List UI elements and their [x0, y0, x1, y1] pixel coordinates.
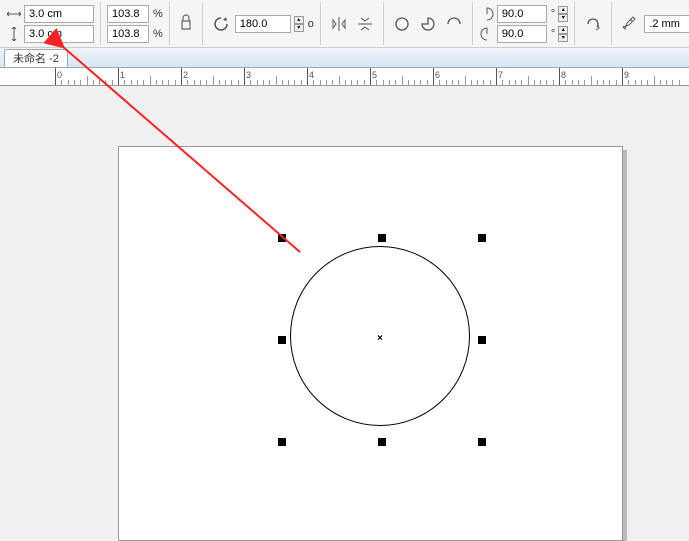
scale-group: 103.8 % 103.8 % [101, 2, 170, 45]
horizontal-ruler[interactable]: 0 1 2 3 4 5 6 7 8 9 [0, 68, 689, 86]
scale-x-input[interactable]: 103.8 [107, 5, 149, 23]
handle-ne[interactable] [478, 234, 486, 242]
arc-start-icon [479, 6, 495, 22]
handle-se[interactable] [478, 438, 486, 446]
rotation-group: 180.0 ▴▾ o [203, 2, 321, 45]
handle-n[interactable] [378, 234, 386, 242]
ruler-label: 5 [372, 70, 377, 80]
arc-end-spinner[interactable]: ▴▾ [558, 26, 568, 42]
lock-group [170, 2, 203, 45]
ruler-label: 1 [120, 70, 125, 80]
arc-button[interactable] [442, 12, 466, 36]
pie-button[interactable] [416, 12, 440, 36]
outline-width-input[interactable]: .2 mm [644, 15, 689, 33]
height-input[interactable]: 3.0 cm [24, 25, 94, 43]
width-icon [6, 6, 22, 22]
outline-group: .2 mm [612, 2, 689, 45]
canvas[interactable]: × [0, 86, 689, 541]
scale-y-input[interactable]: 103.8 [107, 25, 149, 43]
ruler-label: 9 [624, 70, 629, 80]
arc-end-input[interactable]: 90.0 [497, 25, 547, 43]
document-tab[interactable]: 未命名 -2 [4, 49, 68, 67]
ruler-label: 8 [561, 70, 566, 80]
arc-start-spinner[interactable]: ▴▾ [558, 6, 568, 22]
arc-end-unit: ° [551, 28, 555, 40]
mirror-horizontal-button[interactable] [327, 12, 351, 36]
height-icon [6, 26, 22, 42]
mirror-vertical-button[interactable] [353, 12, 377, 36]
swap-direction-button[interactable] [581, 12, 605, 36]
ruler-label: 3 [246, 70, 251, 80]
ellipse-shape-group [384, 2, 473, 45]
arc-end-icon [479, 26, 495, 42]
arc-angle-group: 90.0 ° ▴▾ 90.0 ° ▴▾ [473, 2, 575, 45]
scale-x-unit: % [153, 8, 163, 20]
arc-start-unit: ° [551, 8, 555, 20]
ruler-label: 6 [435, 70, 440, 80]
mirror-group [321, 2, 384, 45]
ruler-label: 2 [183, 70, 188, 80]
object-center-marker: × [377, 333, 383, 344]
handle-s[interactable] [378, 438, 386, 446]
property-bar: 3.0 cm 3.0 cm 103.8 % 103.8 % 180.0 ▴▾ o [0, 0, 689, 48]
ruler-label: 0 [57, 70, 62, 80]
handle-w[interactable] [278, 336, 286, 344]
ellipse-button[interactable] [390, 12, 414, 36]
rotation-unit: o [308, 18, 314, 30]
rotation-spinner[interactable]: ▴▾ [294, 16, 304, 32]
ruler-label: 7 [498, 70, 503, 80]
ruler-label: 4 [309, 70, 314, 80]
lock-aspect-button[interactable] [174, 12, 198, 36]
rotate-icon [209, 12, 233, 36]
handle-sw[interactable] [278, 438, 286, 446]
rotation-input[interactable]: 180.0 [235, 15, 291, 33]
size-group: 3.0 cm 3.0 cm [0, 2, 101, 45]
outline-pen-icon [618, 12, 642, 36]
width-input[interactable]: 3.0 cm [24, 5, 94, 23]
arc-start-input[interactable]: 90.0 [497, 5, 547, 23]
handle-e[interactable] [478, 336, 486, 344]
direction-group [575, 2, 612, 45]
scale-y-unit: % [153, 28, 163, 40]
handle-nw[interactable] [278, 234, 286, 242]
document-tabs: 未命名 -2 [0, 48, 689, 68]
